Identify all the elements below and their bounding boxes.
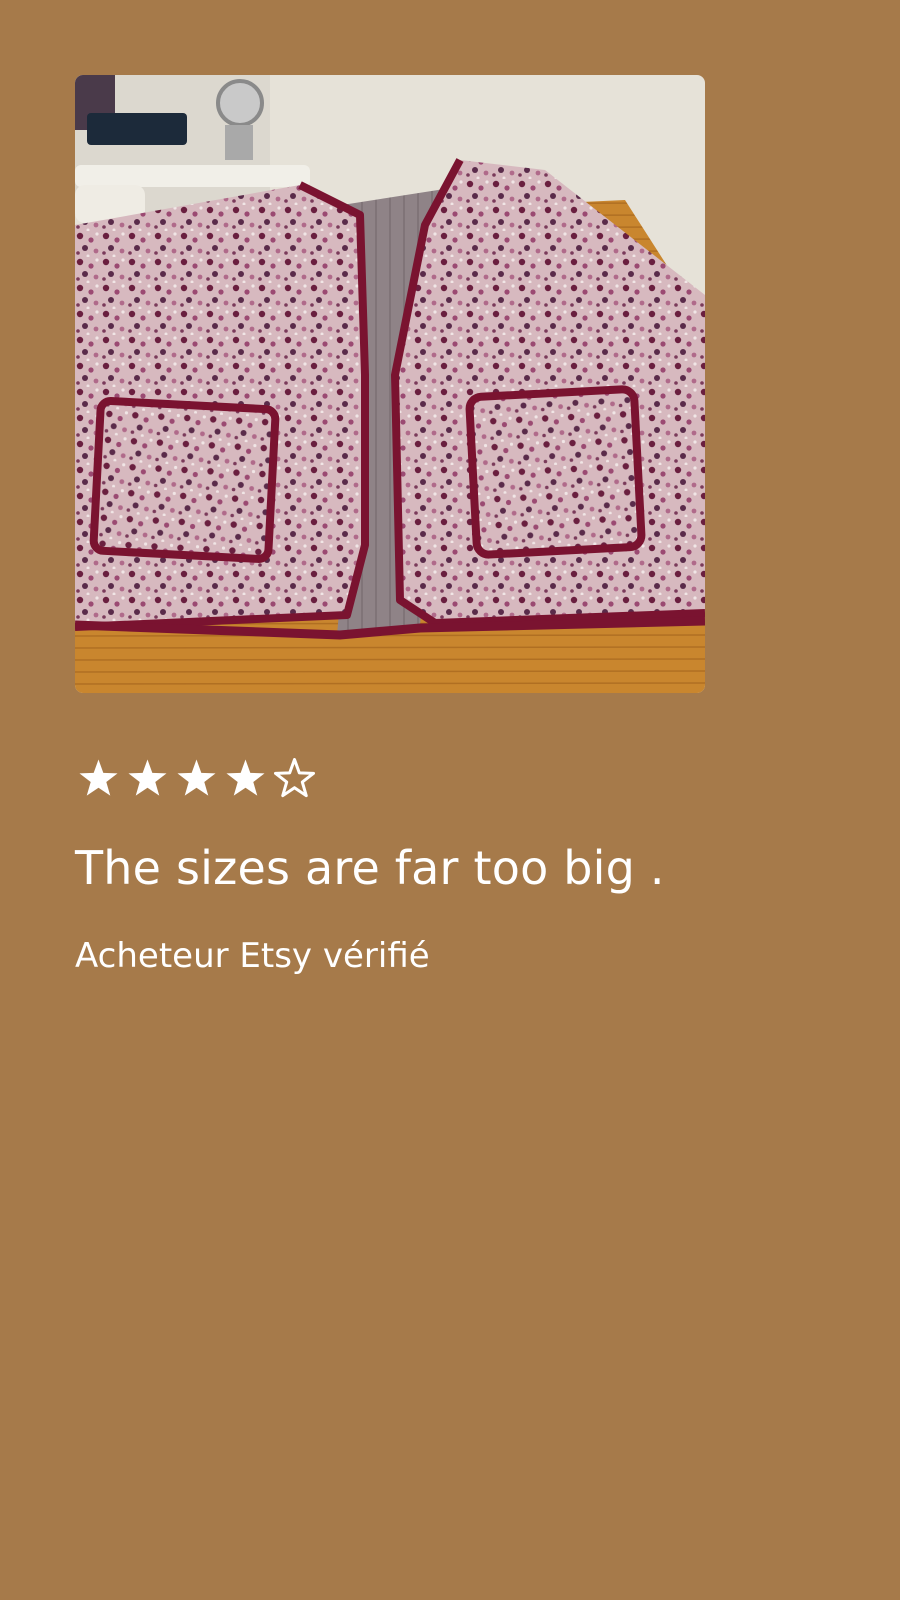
- review-title: The sizes are far too big .: [75, 841, 665, 895]
- star-filled-icon: [226, 759, 265, 796]
- star-filled-icon: [128, 759, 167, 796]
- star-rating: [78, 756, 315, 800]
- star-filled-icon: [79, 759, 118, 796]
- star-empty-icon: [274, 757, 315, 797]
- reviewer-label: Acheteur Etsy vérifié: [75, 936, 430, 976]
- jacket-photo-illustration: [75, 75, 705, 693]
- star-filled-icon: [177, 759, 216, 796]
- review-photo[interactable]: [75, 75, 705, 693]
